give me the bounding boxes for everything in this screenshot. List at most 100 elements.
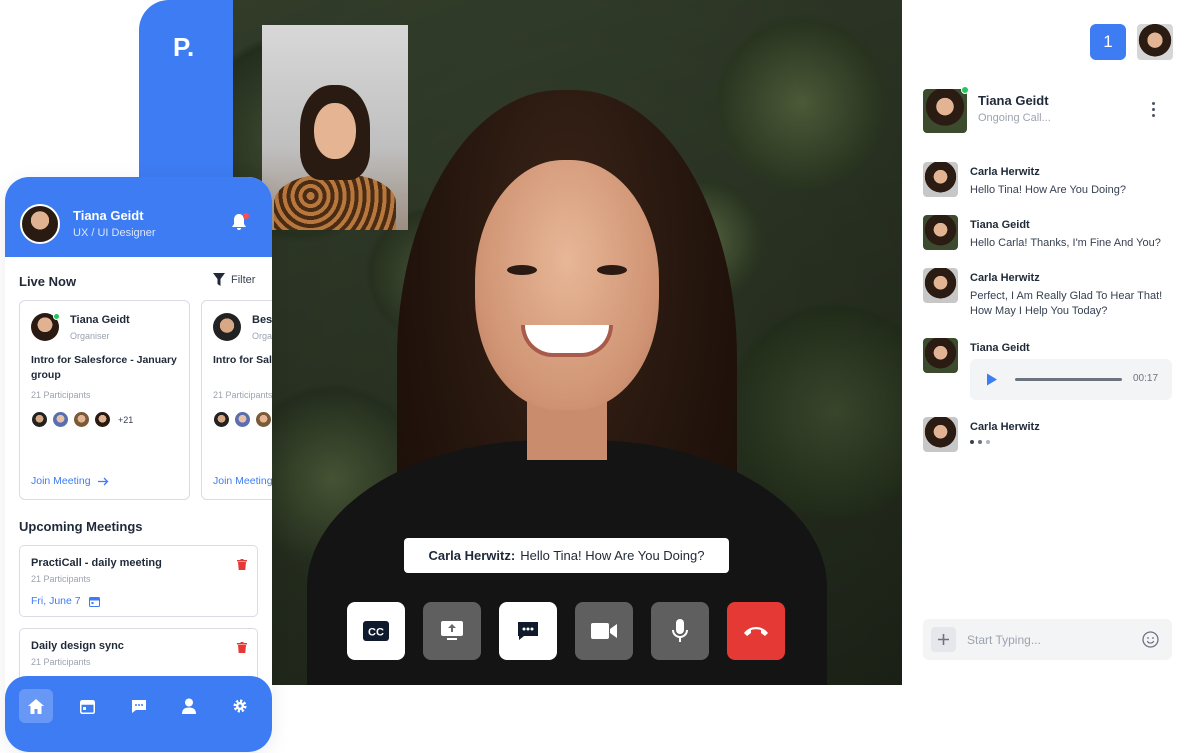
typing-dot [978, 440, 982, 444]
sender-avatar [923, 215, 958, 250]
nav-profile[interactable] [172, 689, 206, 723]
captions-button[interactable]: CC [347, 602, 405, 660]
filter-label: Filter [231, 273, 256, 286]
microphone-icon [672, 619, 688, 642]
participant-avatar [234, 411, 251, 428]
sender-name: Carla Herwitz [970, 421, 1040, 433]
audio-progress-track[interactable] [1015, 378, 1122, 381]
online-indicator [961, 86, 969, 94]
participant-avatars: +21 [31, 411, 133, 428]
more-options-button[interactable] [1152, 102, 1155, 117]
avatar[interactable] [20, 204, 60, 244]
calendar-icon [88, 596, 100, 607]
delete-meeting-button[interactable] [237, 640, 247, 658]
brand-logo: P. [173, 32, 195, 62]
caller-avatar [923, 89, 967, 133]
filter-button[interactable]: Filter [213, 273, 255, 286]
kebab-dot [1152, 108, 1155, 111]
online-indicator [53, 313, 60, 320]
share-screen-button[interactable] [423, 602, 481, 660]
bottom-navigation [5, 676, 272, 752]
upcoming-meeting-card[interactable]: PractiCall - daily meeting 21 Participan… [19, 545, 258, 617]
host-avatar [213, 313, 241, 341]
join-meeting-link[interactable]: Join Meeting [31, 475, 109, 487]
participant-avatar [52, 411, 69, 428]
join-meeting-label: Join Meeting [213, 475, 272, 487]
meeting-title: Intro for Sale groupIntro f [213, 354, 272, 366]
participant-count-badge[interactable]: 1 [1090, 24, 1126, 60]
message-icon [132, 699, 146, 713]
emoji-button[interactable] [1142, 631, 1159, 653]
attach-button[interactable] [931, 627, 956, 652]
sender-avatar [923, 268, 958, 303]
user-icon [182, 698, 196, 714]
participant-count: 21 Participants [31, 657, 91, 667]
live-meeting-card[interactable]: Bess Orga Intro for Sale groupIntro f 21… [201, 300, 272, 500]
participant-count: 21 Participants [31, 574, 91, 584]
chat-icon [518, 622, 538, 640]
participant-count: 21 Participants [213, 390, 272, 400]
message-text: Hello Tina! How Are You Doing? [970, 184, 1126, 196]
message-composer [923, 619, 1172, 660]
mobile-header: Tiana Geidt UX / UI Designer [5, 177, 272, 257]
end-call-button[interactable] [727, 602, 785, 660]
meeting-title: Intro for Salesforce - January group [31, 354, 177, 381]
filter-icon [213, 273, 225, 286]
live-caption: Carla Herwitz: Hello Tina! How Are You D… [404, 538, 729, 573]
camera-icon [591, 623, 617, 639]
host-name: Bess [252, 314, 272, 326]
host-role: Orga [252, 331, 272, 341]
caller-name: Tiana Geidt [978, 93, 1049, 108]
sender-avatar [923, 417, 958, 452]
host-role: Organiser [70, 331, 110, 341]
sender-name: Tiana Geidt [970, 342, 1030, 354]
play-button[interactable] [986, 373, 998, 391]
call-controls: CC [347, 602, 785, 660]
nav-settings[interactable] [223, 689, 257, 723]
plus-icon [938, 634, 949, 645]
typing-dot [970, 440, 974, 444]
participant-avatar [31, 411, 48, 428]
nav-home[interactable] [19, 689, 53, 723]
message-input[interactable] [967, 629, 1127, 650]
arrow-right-icon [97, 477, 108, 485]
voice-message: 00:17 [970, 359, 1172, 400]
home-icon [28, 698, 44, 714]
chat-button[interactable] [499, 602, 557, 660]
user-role: UX / UI Designer [73, 227, 156, 239]
avatar[interactable] [1137, 24, 1173, 60]
smiley-icon [1142, 631, 1159, 648]
play-icon [987, 373, 997, 386]
sender-name: Tiana Geidt [970, 219, 1030, 231]
svg-text:CC: CC [368, 627, 384, 639]
nav-messages[interactable] [122, 689, 156, 723]
mobile-app-panel: Tiana Geidt UX / UI Designer Live Now Fi… [5, 177, 272, 752]
sender-name: Carla Herwitz [970, 272, 1040, 284]
chat-panel: 1 Tiana Geidt Ongoing Call... Carla Herw… [902, 0, 1200, 753]
nav-calendar[interactable] [70, 689, 104, 723]
delete-meeting-button[interactable] [237, 557, 247, 575]
join-meeting-label: Join Meeting [31, 475, 91, 487]
join-meeting-link[interactable]: Join Meeting [213, 475, 272, 487]
participant-avatar [213, 411, 230, 428]
caption-speaker: Carla Herwitz: [428, 548, 516, 563]
closed-captions-icon: CC [363, 621, 389, 641]
camera-button[interactable] [575, 602, 633, 660]
meeting-date-label: Fri, June 7 [31, 595, 81, 607]
message-text: Hello Carla! Thanks, I'm Fine And You? [970, 237, 1161, 249]
sender-avatar [923, 338, 958, 373]
self-view-video[interactable] [262, 25, 408, 230]
call-status: Ongoing Call... [978, 112, 1051, 124]
live-meeting-card[interactable]: Tiana Geidt Organiser Intro for Salesfor… [19, 300, 190, 500]
live-now-heading: Live Now [19, 274, 77, 289]
participant-avatar [73, 411, 90, 428]
microphone-button[interactable] [651, 602, 709, 660]
audio-duration: 00:17 [1133, 373, 1159, 384]
meeting-date: Fri, June 7 [31, 595, 100, 607]
meeting-name: Daily design sync [31, 640, 124, 652]
calendar-icon [79, 699, 95, 714]
notifications-button[interactable] [231, 213, 249, 236]
sender-name: Carla Herwitz [970, 166, 1040, 178]
sender-avatar [923, 162, 958, 197]
end-call-icon [744, 627, 768, 636]
